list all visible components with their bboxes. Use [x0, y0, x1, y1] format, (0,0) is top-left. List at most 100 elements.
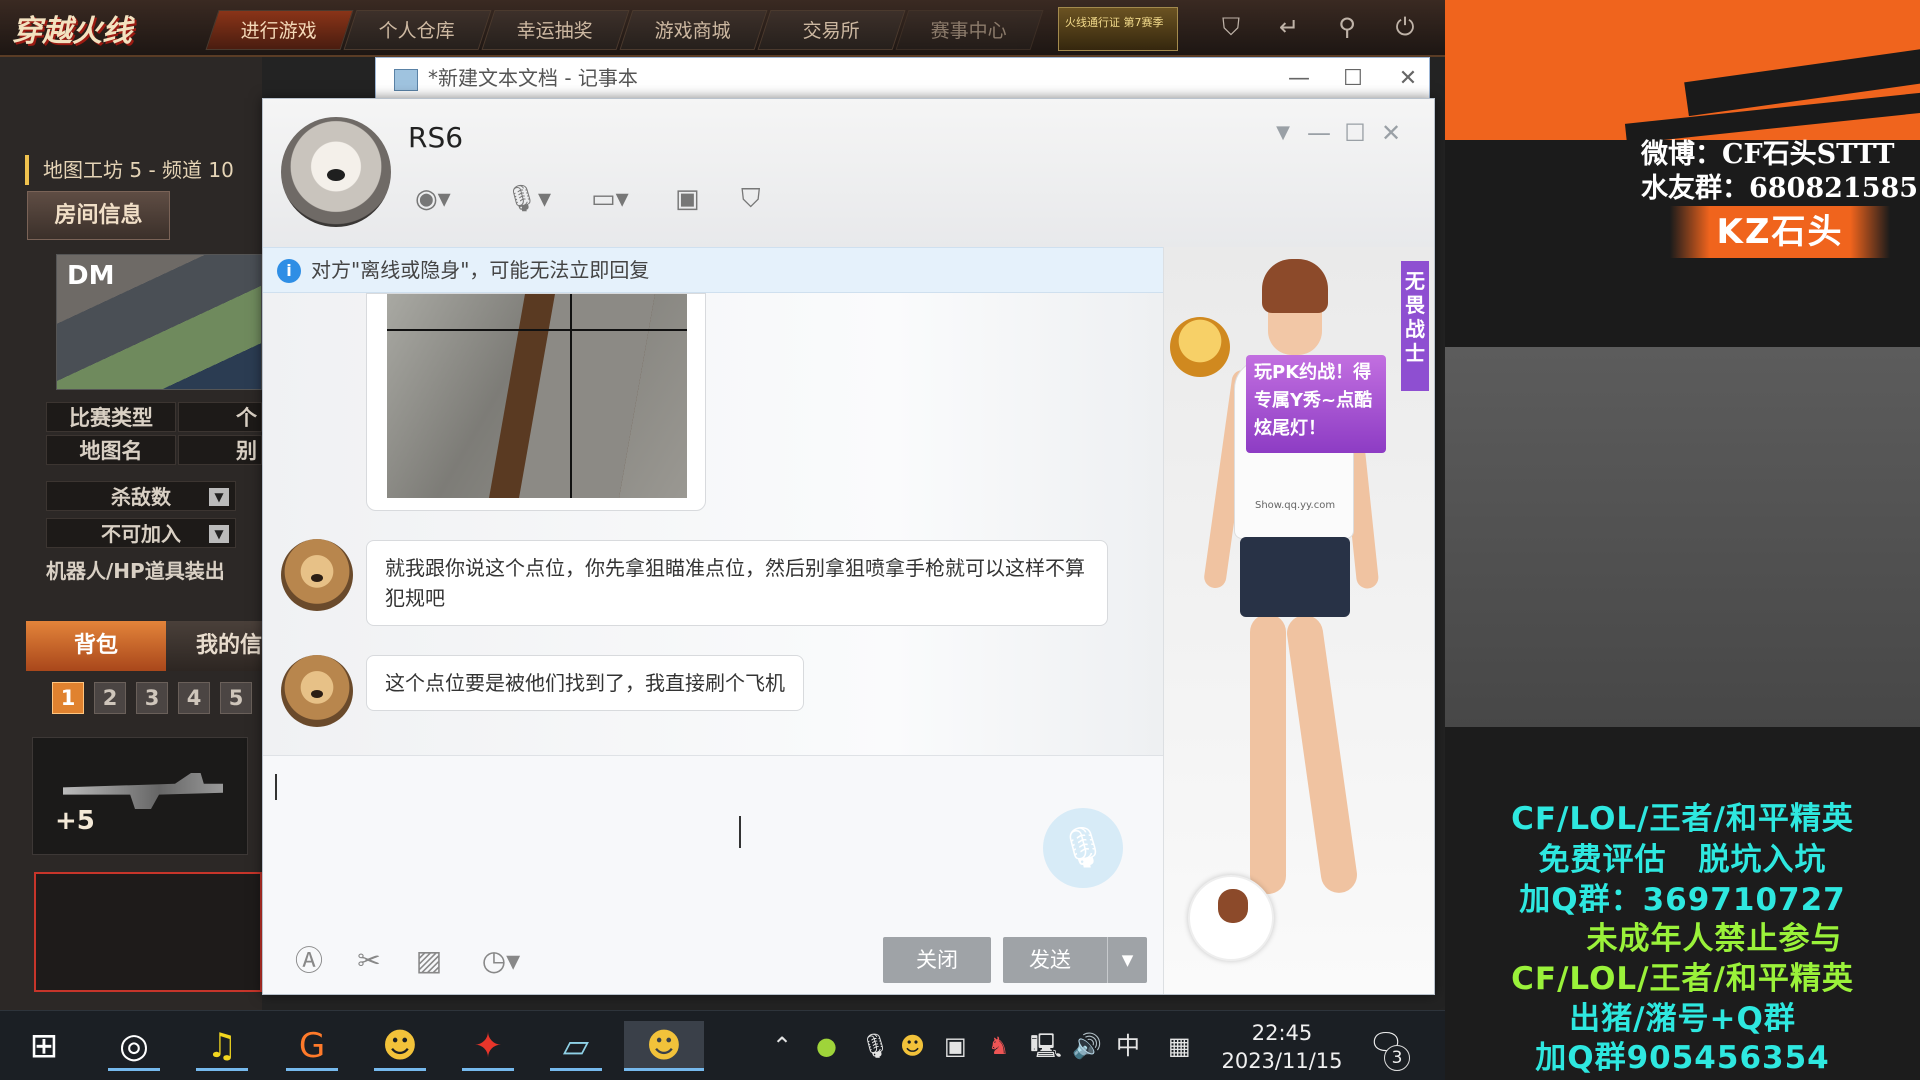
game-logo: 穿越火线: [12, 14, 132, 49]
contact-avatar[interactable]: [281, 117, 391, 227]
clock-date: 2023/11/15: [1221, 1049, 1343, 1073]
tray-expand-icon[interactable]: ⌃: [772, 1029, 792, 1063]
voice-input-button[interactable]: 🎙: [1043, 808, 1123, 888]
maximize-button[interactable]: ☐: [1335, 113, 1375, 153]
notepad-taskbar-icon[interactable]: ▱: [550, 1021, 602, 1071]
ime-mode-icon[interactable]: ▦: [1168, 1029, 1191, 1063]
tray-qq-icon[interactable]: ♞: [988, 1029, 1010, 1063]
shirt-text: Show.qq.yy.com: [1255, 500, 1336, 511]
chevron-down-icon: ▼: [209, 525, 229, 543]
volume-icon[interactable]: 🔊: [1072, 1029, 1102, 1063]
music-app-icon[interactable]: ♫: [196, 1021, 248, 1071]
avatar-leg-right: [1284, 612, 1360, 896]
message-bubble[interactable]: 这个点位要是被他们找到了，我直接刷个飞机: [366, 655, 804, 711]
shield-icon[interactable]: ⛉: [1218, 14, 1244, 40]
page-2-button[interactable]: 2: [94, 682, 126, 714]
tab-warehouse-label: 个人仓库: [379, 20, 456, 42]
network-icon[interactable]: 🖳: [1030, 1029, 1062, 1063]
wrench-icon[interactable]: ⚲: [1334, 14, 1360, 40]
notepad-window[interactable]: *新建文本文档 - 记事本 — ☐ ✕: [375, 57, 1430, 100]
fan-group-text: 水友群：680821585: [1641, 173, 1919, 204]
title-vertical-tag: 无畏战士: [1401, 261, 1429, 391]
security-shield-icon[interactable]: ⛉: [741, 177, 761, 221]
history-clock-icon[interactable]: ◷▾: [471, 941, 531, 981]
tab-lottery-label: 幸运抽奖: [517, 20, 594, 42]
ime-indicator[interactable]: 中: [1116, 1029, 1140, 1063]
offline-notice-text: 对方"离线或隐身"，可能无法立即回复: [311, 258, 650, 282]
font-style-icon[interactable]: Ⓐ: [289, 941, 329, 981]
room-info-button[interactable]: 房间信息: [27, 191, 170, 240]
image-message[interactable]: [366, 293, 706, 511]
contact-name[interactable]: RS6: [408, 121, 463, 154]
message-bubble[interactable]: 就我跟你说这个点位，你先拿狙瞄准点位，然后别拿狙喷拿手枪就可以这样不算犯规吧: [366, 540, 1108, 626]
tab-exchange[interactable]: 交易所: [757, 10, 906, 50]
tab-events-label: 赛事中心: [931, 20, 1008, 42]
pk-promo-banner[interactable]: 玩PK约战！得专属Y秀~点酷炫尾灯！: [1246, 355, 1386, 453]
robot-hp-option[interactable]: 机器人/HP道具装出: [46, 555, 262, 584]
return-icon[interactable]: ↵: [1276, 14, 1302, 40]
send-button-label: 发送: [1029, 948, 1071, 972]
weapon-slot-empty[interactable]: [34, 872, 262, 992]
notepad-minimize-button[interactable]: —: [1279, 58, 1319, 99]
game-launcher-icon[interactable]: G: [286, 1021, 338, 1071]
join-dropdown[interactable]: 不可加入 ▼: [46, 518, 236, 548]
image-icon[interactable]: ▨: [409, 941, 449, 981]
kills-dropdown[interactable]: 杀敌数 ▼: [46, 481, 236, 511]
kills-label: 杀敌数: [111, 485, 171, 509]
rifle-icon: [63, 773, 223, 809]
weapon-slot[interactable]: +5: [32, 737, 248, 855]
sender-avatar[interactable]: [281, 539, 353, 611]
power-icon[interactable]: ⏻: [1392, 14, 1418, 40]
page-5-button[interactable]: 5: [220, 682, 252, 714]
my-avatar-thumbnail[interactable]: [1188, 875, 1274, 961]
message-input-area[interactable]: 🎙 Ⓐ ✂ ▨ ◷▾ 关闭 发送 ▼: [263, 755, 1163, 994]
scissors-icon[interactable]: ✂: [349, 941, 389, 981]
yy-app-icon[interactable]: ☻: [374, 1021, 426, 1071]
send-options-dropdown[interactable]: ▼: [1107, 937, 1147, 983]
obs-icon[interactable]: ◎: [108, 1021, 160, 1071]
battle-pass-badge[interactable]: 火线通行证 第7赛季: [1058, 7, 1178, 51]
notification-count: 3: [1384, 1045, 1410, 1071]
windows-start-icon[interactable]: ⊞: [18, 1021, 70, 1071]
system-clock[interactable]: 22:45 2023/11/15: [1218, 1019, 1346, 1075]
chat-taskbar-icon[interactable]: ☻: [624, 1021, 704, 1071]
tab-shop[interactable]: 游戏商城: [619, 10, 768, 50]
chevron-down-icon[interactable]: ▼: [1263, 113, 1303, 153]
page-3-button[interactable]: 3: [136, 682, 168, 714]
join-label: 不可加入: [101, 522, 181, 546]
stream-overlay: 微博：CF石头STTT 水友群：680821585 KZ石头 CF/LOL/王者…: [1445, 0, 1920, 1080]
page-4-button[interactable]: 4: [178, 682, 210, 714]
notepad-close-button[interactable]: ✕: [1388, 58, 1428, 99]
file-transfer-icon[interactable]: ▭▾: [591, 177, 629, 221]
page-1-button[interactable]: 1: [52, 682, 84, 714]
screen-share-icon[interactable]: ▣: [675, 177, 700, 221]
message-list[interactable]: 就我跟你说这个点位，你先拿狙瞄准点位，然后别拿狙喷拿手枪就可以这样不算犯规吧 这…: [263, 293, 1163, 755]
game-nav-bar: 穿越火线 进行游戏 个人仓库 幸运抽奖 游戏商城 交易所 赛事中心 火线通行证 …: [0, 0, 1445, 57]
sender-avatar[interactable]: [281, 655, 353, 727]
voice-call-icon[interactable]: 🎙▾: [505, 177, 551, 221]
tab-bag[interactable]: 背包: [26, 621, 166, 671]
map-channel-info: 地图工坊 5 - 频道 10: [25, 155, 265, 185]
crosshair-horizontal: [387, 329, 687, 331]
tab-lottery[interactable]: 幸运抽奖: [481, 10, 630, 50]
notification-center-button[interactable]: 🗨 3: [1366, 1027, 1410, 1071]
video-call-icon[interactable]: ◉▾: [415, 177, 451, 221]
tab-my-info[interactable]: 我的信: [166, 621, 262, 671]
tray-screen-icon[interactable]: ▣: [944, 1029, 967, 1063]
minimize-button[interactable]: —: [1299, 113, 1339, 153]
tab-warehouse[interactable]: 个人仓库: [343, 10, 492, 50]
send-button[interactable]: 发送 ▼: [1003, 937, 1147, 983]
tray-yy-icon[interactable]: ☻: [900, 1029, 925, 1063]
map-name-label: 地图名: [46, 435, 176, 465]
tab-events[interactable]: 赛事中心: [895, 10, 1044, 50]
webcam-area: [1445, 347, 1920, 727]
tray-app-icon[interactable]: ●: [816, 1029, 837, 1063]
close-chat-button[interactable]: 关闭: [883, 937, 991, 983]
tab-play[interactable]: 进行游戏: [205, 10, 354, 50]
notepad-maximize-button[interactable]: ☐: [1333, 58, 1373, 99]
avatar-show-panel[interactable]: Show.qq.yy.com 玩PK约战！得专属Y秀~点酷炫尾灯！ 无畏战士: [1163, 247, 1434, 994]
close-icon[interactable]: ✕: [1371, 113, 1411, 153]
crossfire-icon[interactable]: ✦: [462, 1021, 514, 1071]
microphone-icon[interactable]: 🎙: [860, 1029, 890, 1063]
offline-notice-bar: i 对方"离线或隐身"，可能无法立即回复: [263, 247, 1163, 293]
